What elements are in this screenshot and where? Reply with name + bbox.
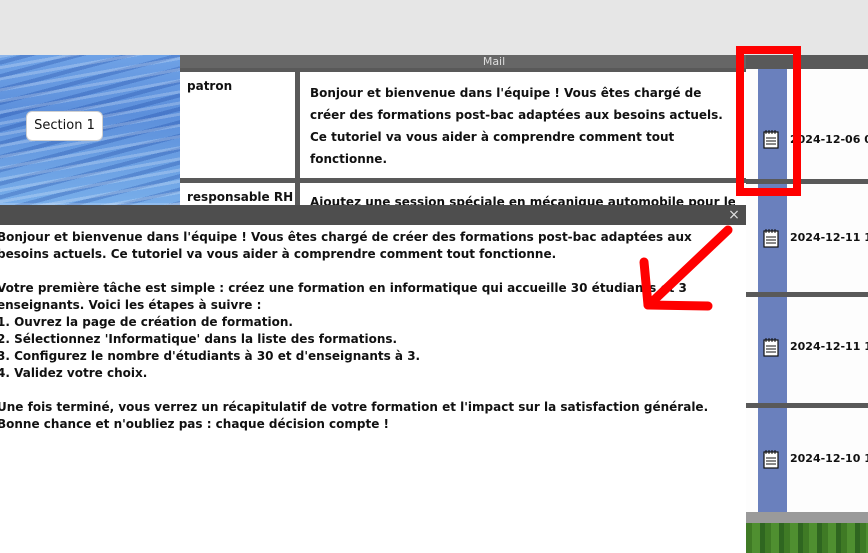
notepad-icon: [763, 450, 779, 469]
date-item[interactable]: 2024-12-11 10: [746, 184, 868, 292]
pointer-arrow-icon: [639, 225, 733, 311]
tutorial-text: Bonjour et bienvenue dans l'équipe ! Vou…: [0, 229, 709, 433]
tutorial-outro: Une fois terminé, vous verrez un récapit…: [0, 400, 709, 431]
notepad-icon: [763, 229, 779, 248]
mail-message: Bonjour et bienvenue dans l'équipe ! Vou…: [310, 86, 723, 166]
tutorial-step: 3. Configurez le nombre d'étudiants à 30…: [0, 349, 421, 363]
date-item[interactable]: 2024-12-11 12: [746, 297, 868, 403]
date-label: 2024-12-10 14: [790, 452, 868, 465]
highlight-box: [736, 46, 801, 196]
tutorial-step: 1. Ouvrez la page de création de formati…: [0, 315, 293, 329]
notepad-icon: [763, 338, 779, 357]
mail-list: patron Bonjour et bienvenue dans l'équip…: [180, 68, 746, 213]
date-label: 2024-12-11 10: [790, 231, 868, 244]
tutorial-step: 4. Validez votre choix.: [0, 366, 148, 380]
date-label: 2024-12-06 08: [790, 133, 868, 146]
tutorial-task: Votre première tâche est simple : créez …: [0, 281, 687, 312]
tutorial-intro: Bonjour et bienvenue dans l'équipe ! Vou…: [0, 230, 692, 261]
bottom-band: [746, 512, 868, 523]
mail-row[interactable]: patron Bonjour et bienvenue dans l'équip…: [180, 72, 746, 178]
tutorial-step: 2. Sélectionnez 'Informatique' dans la l…: [0, 332, 398, 346]
date-label: 2024-12-11 12: [790, 340, 868, 353]
section-panel: Section 1: [0, 55, 180, 205]
date-item[interactable]: 2024-12-10 14: [746, 408, 868, 512]
mail-sender: patron: [180, 72, 300, 178]
grass-band: [746, 523, 868, 553]
section-label[interactable]: Section 1: [26, 111, 103, 141]
